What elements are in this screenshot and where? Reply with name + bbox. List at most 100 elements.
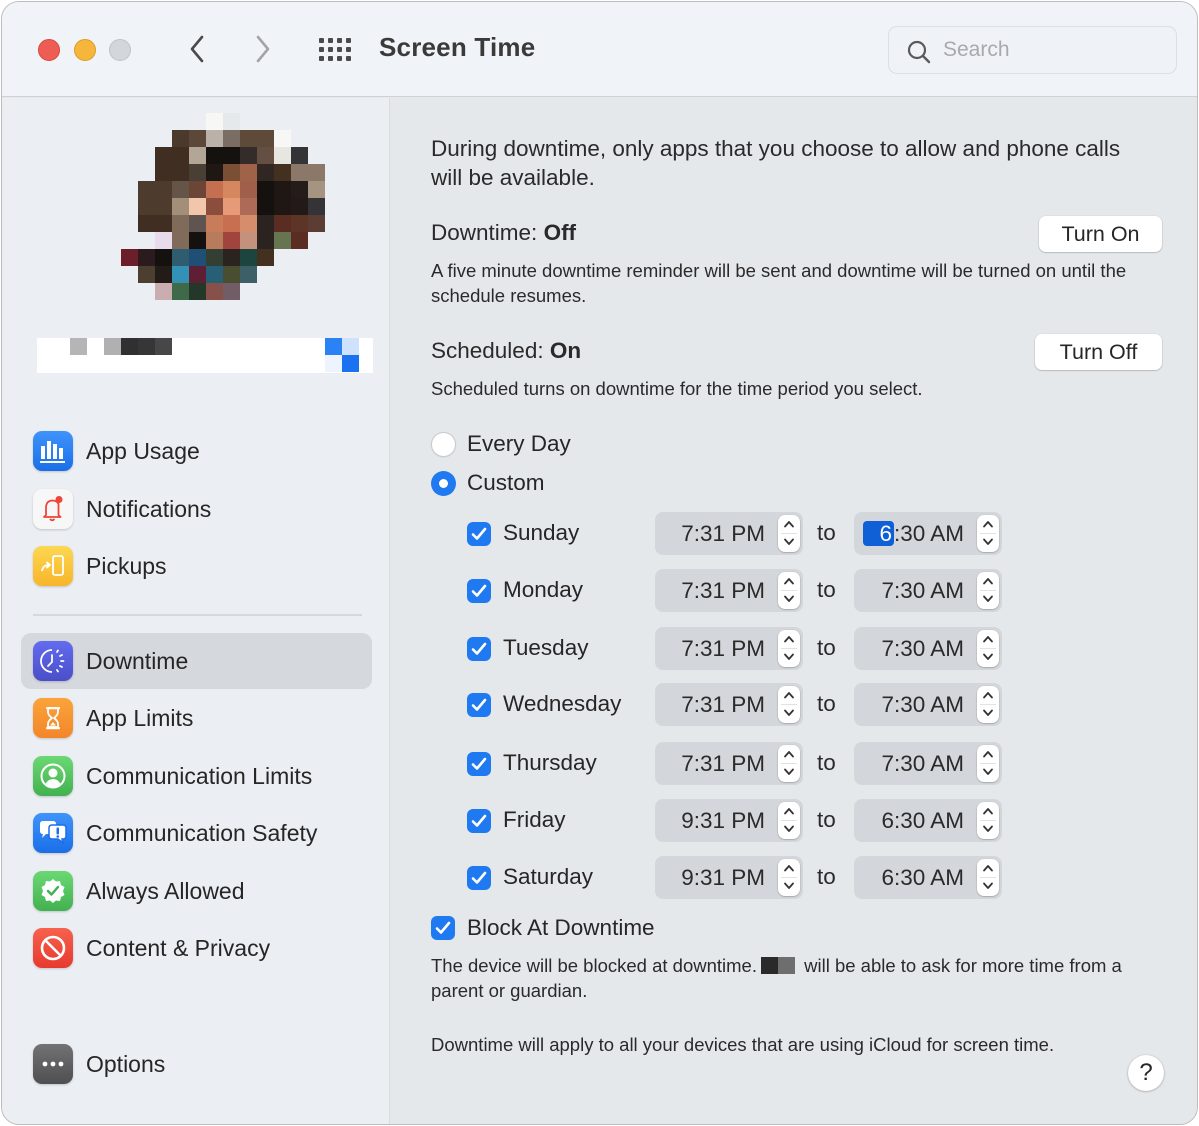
end-time-value[interactable]: 6:30 AM — [863, 521, 964, 547]
day-checkbox[interactable] — [467, 637, 491, 661]
end-time-stepper[interactable] — [977, 630, 999, 667]
start-time-value[interactable]: 7:31 PM — [681, 636, 765, 662]
day-checkbox[interactable] — [467, 752, 491, 776]
end-time-value[interactable]: 6:30 AM — [881, 808, 964, 834]
end-time-field[interactable]: 7:30 AM — [854, 627, 1002, 670]
start-time-stepper[interactable] — [778, 572, 800, 609]
start-time-stepper[interactable] — [778, 686, 800, 723]
back-button[interactable] — [182, 30, 212, 68]
zoom-window-button[interactable] — [109, 39, 131, 61]
show-all-grid-icon[interactable] — [317, 36, 353, 64]
chevron-up-icon[interactable] — [778, 802, 800, 820]
chevron-up-icon[interactable] — [977, 515, 999, 533]
chevron-down-icon[interactable] — [977, 648, 999, 666]
day-checkbox[interactable] — [467, 866, 491, 890]
start-time-field[interactable]: 9:31 PM — [655, 856, 803, 899]
chevron-up-icon[interactable] — [977, 572, 999, 590]
minimize-window-button[interactable] — [74, 39, 96, 61]
selected-hour-segment[interactable]: 6 — [863, 521, 894, 546]
chevron-down-icon[interactable] — [977, 590, 999, 608]
sidebar-item-notifications[interactable]: Notifications — [21, 481, 372, 537]
sidebar-item-communication-safety[interactable]: Communication Safety — [21, 805, 372, 861]
chevron-up-icon[interactable] — [977, 630, 999, 648]
help-button[interactable]: ? — [1128, 1055, 1164, 1091]
turn-on-button[interactable]: Turn On — [1039, 216, 1162, 252]
end-time-field[interactable]: 7:30 AM — [854, 742, 1002, 785]
close-window-button[interactable] — [38, 39, 60, 61]
sidebar-item-downtime[interactable]: Downtime — [21, 633, 372, 689]
start-time-field[interactable]: 7:31 PM — [655, 742, 803, 785]
end-time-value[interactable]: 7:30 AM — [881, 578, 964, 604]
forward-button[interactable] — [248, 30, 278, 68]
end-time-value[interactable]: 6:30 AM — [881, 865, 964, 891]
turn-off-button[interactable]: Turn Off — [1035, 334, 1162, 370]
start-time-value[interactable]: 7:31 PM — [681, 692, 765, 718]
custom-label[interactable]: Custom — [467, 470, 545, 496]
start-time-field[interactable]: 7:31 PM — [655, 683, 803, 726]
chevron-down-icon[interactable] — [977, 763, 999, 781]
every-day-radio[interactable] — [431, 432, 456, 457]
end-time-value[interactable]: 7:30 AM — [881, 751, 964, 777]
chevron-down-icon[interactable] — [778, 763, 800, 781]
chevron-down-icon[interactable] — [977, 533, 999, 551]
avatar[interactable] — [104, 113, 325, 300]
chevron-down-icon[interactable] — [778, 648, 800, 666]
day-checkbox[interactable] — [467, 579, 491, 603]
chevron-up-icon[interactable] — [778, 686, 800, 704]
chevron-up-icon[interactable] — [977, 745, 999, 763]
chevron-down-icon[interactable] — [977, 877, 999, 895]
search-input[interactable] — [943, 35, 1163, 65]
start-time-stepper[interactable] — [778, 859, 800, 896]
start-time-field[interactable]: 7:31 PM — [655, 569, 803, 612]
block-at-downtime-checkbox[interactable] — [431, 916, 455, 940]
start-time-value[interactable]: 7:31 PM — [681, 751, 765, 777]
chevron-up-icon[interactable] — [778, 745, 800, 763]
end-time-field[interactable]: 7:30 AM — [854, 569, 1002, 612]
chevron-up-icon[interactable] — [778, 515, 800, 533]
end-time-stepper[interactable] — [977, 745, 999, 782]
start-time-stepper[interactable] — [778, 802, 800, 839]
custom-radio[interactable] — [431, 471, 456, 496]
day-checkbox[interactable] — [467, 809, 491, 833]
end-time-stepper[interactable] — [977, 802, 999, 839]
start-time-stepper[interactable] — [778, 515, 800, 552]
start-time-field[interactable]: 7:31 PM — [655, 627, 803, 670]
start-time-value[interactable]: 9:31 PM — [681, 808, 765, 834]
end-time-stepper[interactable] — [977, 859, 999, 896]
day-checkbox[interactable] — [467, 693, 491, 717]
chevron-down-icon[interactable] — [778, 877, 800, 895]
start-time-value[interactable]: 7:31 PM — [681, 578, 765, 604]
sidebar-item-options[interactable]: Options — [21, 1036, 372, 1092]
chevron-up-icon[interactable] — [778, 859, 800, 877]
chevron-down-icon[interactable] — [778, 590, 800, 608]
sidebar-item-pickups[interactable]: Pickups — [21, 538, 372, 594]
end-time-stepper[interactable] — [977, 515, 999, 552]
chevron-up-icon[interactable] — [778, 630, 800, 648]
chevron-down-icon[interactable] — [778, 533, 800, 551]
sidebar-item-app-usage[interactable]: App Usage — [21, 423, 372, 479]
start-time-value[interactable]: 7:31 PM — [681, 521, 765, 547]
end-time-field[interactable]: 6:30 AM — [854, 799, 1002, 842]
end-time-value[interactable]: 7:30 AM — [881, 636, 964, 662]
chevron-down-icon[interactable] — [977, 820, 999, 838]
chevron-down-icon[interactable] — [977, 704, 999, 722]
chevron-up-icon[interactable] — [778, 572, 800, 590]
sidebar-item-app-limits[interactable]: App Limits — [21, 690, 372, 746]
chevron-up-icon[interactable] — [977, 802, 999, 820]
end-time-field[interactable]: 7:30 AM — [854, 683, 1002, 726]
end-time-stepper[interactable] — [977, 572, 999, 609]
end-time-field[interactable]: 6:30 AM — [854, 856, 1002, 899]
every-day-label[interactable]: Every Day — [467, 431, 571, 457]
start-time-stepper[interactable] — [778, 745, 800, 782]
end-time-stepper[interactable] — [977, 686, 999, 723]
chevron-down-icon[interactable] — [778, 820, 800, 838]
chevron-down-icon[interactable] — [778, 704, 800, 722]
sidebar-item-always-allowed[interactable]: Always Allowed — [21, 863, 372, 919]
end-time-field[interactable]: 6:30 AM — [854, 512, 1002, 555]
sidebar-item-communication-limits[interactable]: Communication Limits — [21, 748, 372, 804]
start-time-field[interactable]: 9:31 PM — [655, 799, 803, 842]
start-time-value[interactable]: 9:31 PM — [681, 865, 765, 891]
search-field[interactable] — [888, 26, 1177, 74]
start-time-field[interactable]: 7:31 PM — [655, 512, 803, 555]
day-checkbox[interactable] — [467, 522, 491, 546]
